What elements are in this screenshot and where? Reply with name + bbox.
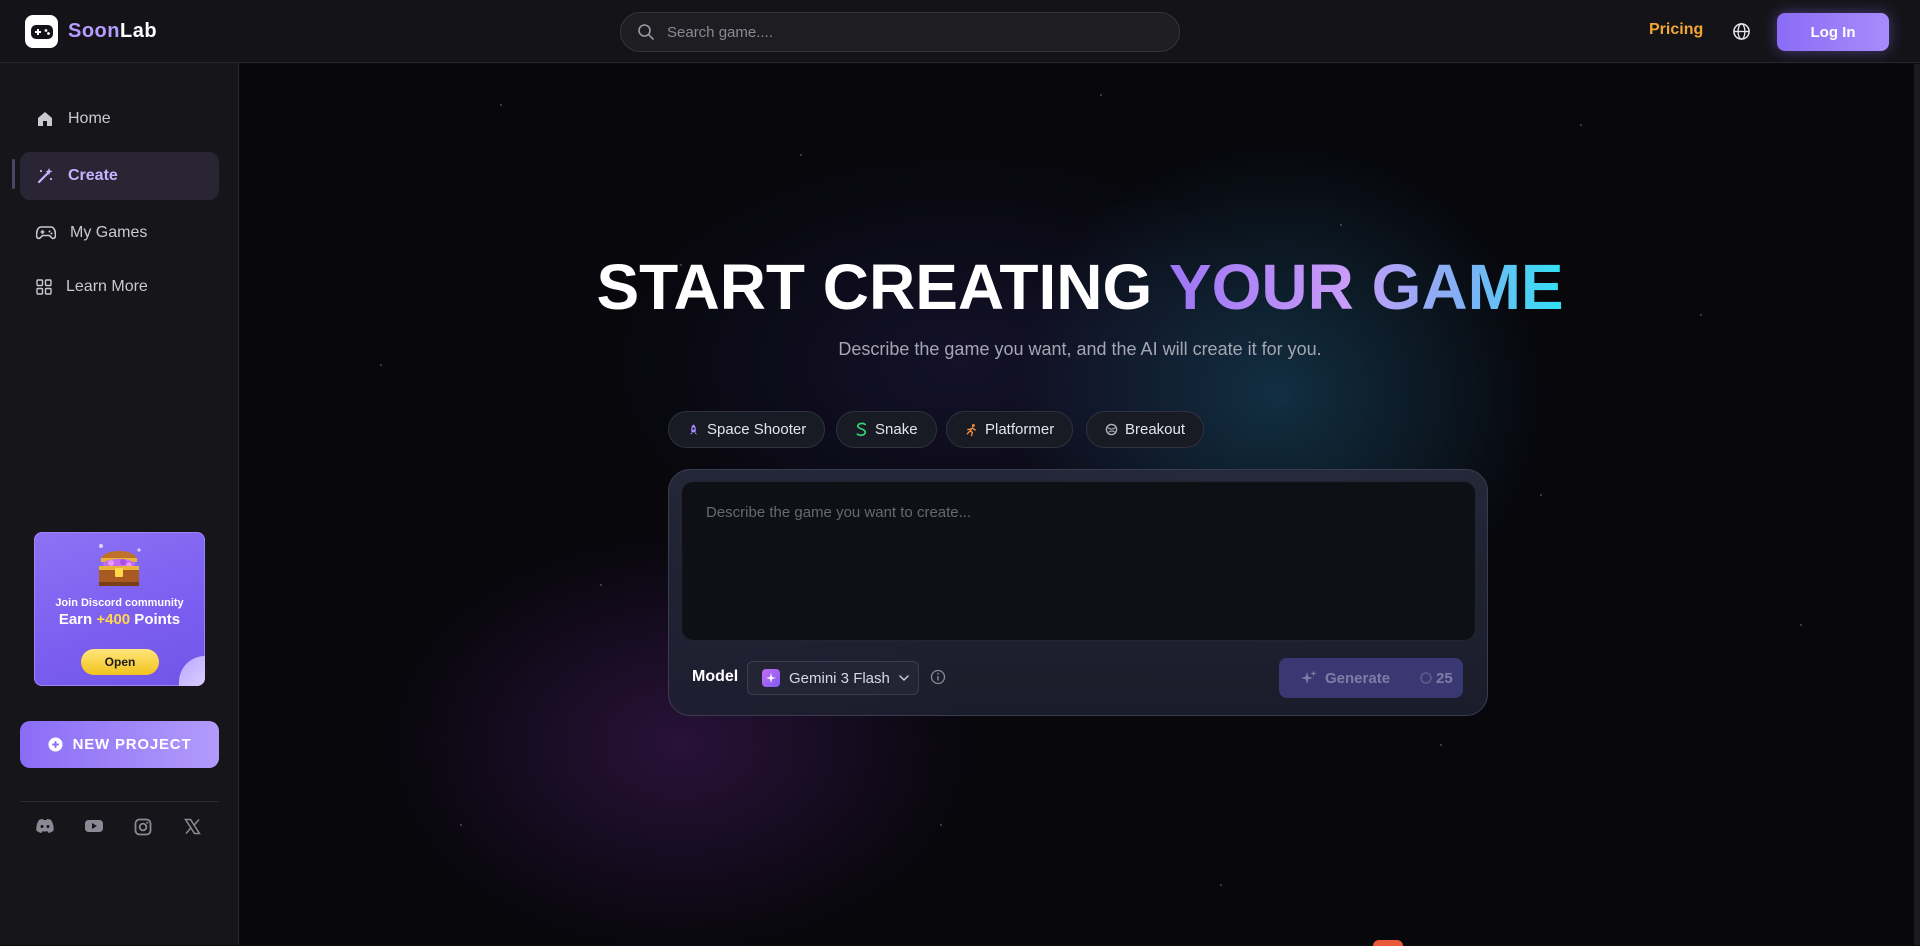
- star-decoration: [1220, 884, 1222, 886]
- model-label: Model: [692, 668, 739, 685]
- gamepad-icon: [36, 226, 56, 240]
- sidebar-item-label: Learn More: [66, 278, 148, 295]
- discord-promo-card[interactable]: Join Discord community Earn +400 Points …: [34, 532, 205, 686]
- discord-reward-prefix: Earn: [58, 611, 97, 628]
- discord-card-reward: Earn +400 Points: [34, 611, 205, 628]
- rocket-icon: [689, 423, 698, 435]
- gamepad-logo-icon: [25, 15, 58, 48]
- page-curl-decoration: [179, 656, 205, 686]
- logo-text: SoonLab: [68, 20, 157, 43]
- generate-label: Generate: [1325, 669, 1391, 687]
- logo[interactable]: SoonLab: [25, 15, 157, 48]
- search-input[interactable]: [667, 23, 1147, 41]
- star-decoration: [1100, 94, 1102, 96]
- scrollbar-track[interactable]: [1914, 64, 1920, 945]
- sidebar-item-label: Create: [68, 167, 118, 184]
- treasure-chest-icon: [99, 544, 141, 586]
- youtube-icon[interactable]: [84, 818, 104, 839]
- sidebar-item-label: My Games: [70, 224, 148, 241]
- hero-title-gradient: YOUR GAME: [1168, 251, 1564, 323]
- plus-circle-icon: [48, 737, 63, 752]
- discord-icon[interactable]: [35, 818, 55, 839]
- star-decoration: [380, 364, 382, 366]
- discord-open-button[interactable]: Open: [81, 649, 159, 675]
- chip-label: Platformer: [985, 421, 1055, 438]
- search-bar[interactable]: [620, 12, 1180, 52]
- star-decoration: [1800, 624, 1802, 626]
- ball-icon: [1105, 423, 1118, 436]
- gemini-sparkle-icon: [762, 669, 780, 687]
- new-project-button[interactable]: NEW PROJECT: [20, 721, 219, 768]
- chip-platformer[interactable]: Platformer: [946, 411, 1074, 448]
- sidebar-item-home[interactable]: Home: [20, 95, 219, 143]
- active-indicator: [12, 159, 15, 189]
- grid-icon: [36, 279, 52, 295]
- coin-icon: [1420, 672, 1432, 684]
- star-decoration: [600, 584, 602, 586]
- search-icon: [638, 24, 654, 40]
- model-dropdown[interactable]: Gemini 3 Flash: [747, 661, 919, 695]
- logo-text-soon: Soon: [68, 20, 120, 42]
- top-bar: SoonLab Pricing Log In: [0, 0, 1920, 63]
- chip-label: Snake: [875, 421, 918, 438]
- new-project-label: NEW PROJECT: [72, 736, 192, 753]
- hero-title: START CREATING YOUR GAME: [240, 250, 1920, 324]
- sidebar-item-create[interactable]: Create: [20, 152, 219, 200]
- logo-text-lab: Lab: [120, 20, 158, 42]
- chip-label: Breakout: [1125, 421, 1186, 438]
- model-dropdown-value: Gemini 3 Flash: [789, 669, 890, 687]
- sparkles-icon: [1301, 670, 1317, 684]
- star-decoration: [1340, 224, 1342, 226]
- sidebar: Home Create My Games Learn More: [0, 63, 239, 945]
- star-decoration: [800, 154, 802, 156]
- chip-space-shooter[interactable]: Space Shooter: [668, 411, 826, 448]
- discord-card-title: Join Discord community: [55, 597, 184, 609]
- sidebar-item-learn-more[interactable]: Learn More: [20, 263, 219, 311]
- star-decoration: [1440, 744, 1442, 746]
- generate-cost-value: 25: [1436, 669, 1453, 687]
- sidebar-item-my-games[interactable]: My Games: [20, 209, 219, 257]
- discord-reward-points: +400: [96, 611, 131, 628]
- star-decoration: [1540, 494, 1542, 496]
- hero-title-white: START CREATING: [596, 251, 1169, 323]
- generate-button[interactable]: Generate 25: [1279, 658, 1463, 698]
- sidebar-divider: [20, 801, 219, 802]
- chip-label: Space Shooter: [707, 421, 807, 438]
- runner-icon: [966, 423, 976, 436]
- chip-breakout[interactable]: Breakout: [1086, 411, 1205, 448]
- star-decoration: [1580, 124, 1582, 126]
- floating-widget-edge[interactable]: [1373, 940, 1403, 946]
- hero-subtitle: Describe the game you want, and the AI w…: [838, 339, 1322, 359]
- star-decoration: [940, 824, 942, 826]
- globe-icon[interactable]: [1732, 22, 1751, 46]
- sidebar-item-label: Home: [68, 110, 111, 127]
- instagram-icon[interactable]: [134, 818, 152, 841]
- x-icon[interactable]: [184, 818, 201, 840]
- home-icon: [38, 112, 52, 126]
- star-decoration: [460, 824, 462, 826]
- info-icon[interactable]: [930, 669, 946, 690]
- chip-snake[interactable]: Snake: [836, 411, 937, 448]
- magic-wand-icon: [37, 168, 53, 184]
- chevron-down-icon: [899, 674, 909, 681]
- star-decoration: [500, 104, 502, 106]
- login-button[interactable]: Log In: [1777, 13, 1889, 51]
- snake-icon: [856, 422, 867, 437]
- game-description-input[interactable]: [681, 481, 1476, 641]
- pricing-link[interactable]: Pricing: [1649, 21, 1703, 39]
- discord-reward-suffix: Points: [130, 611, 181, 628]
- generate-cost: 25: [1420, 670, 1453, 687]
